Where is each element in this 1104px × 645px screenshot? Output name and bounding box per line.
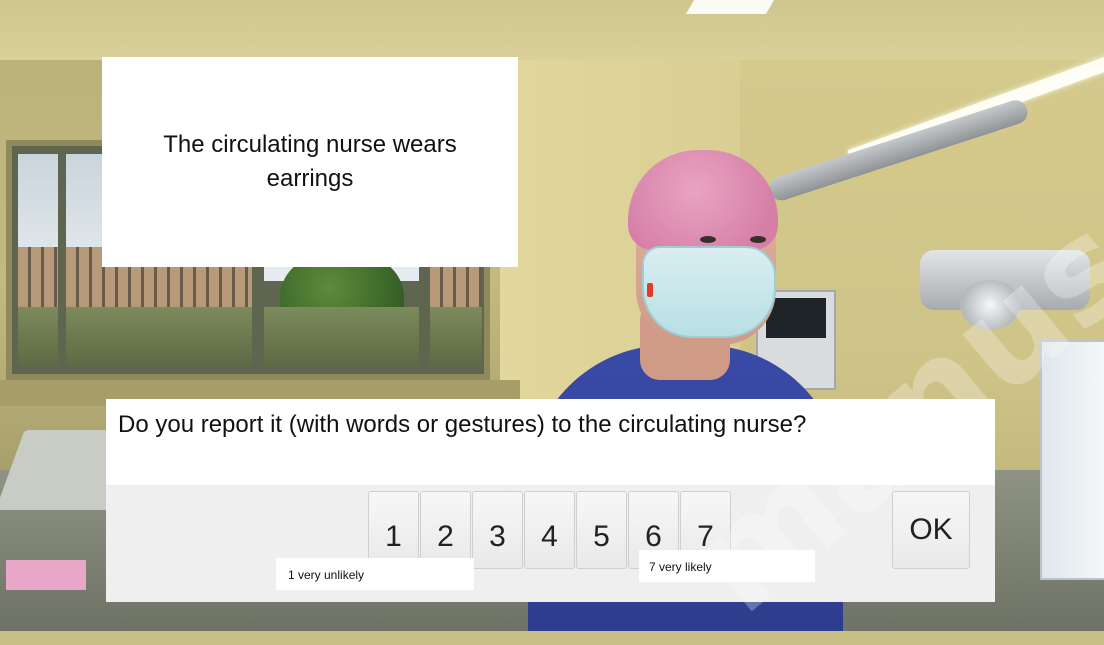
monitor-screen [766, 298, 826, 338]
question-panel: Do you report it (with words or gestures… [106, 399, 995, 602]
scale-low-label: 1 very unlikely [276, 558, 474, 590]
statement-text: The circulating nurse wears earrings [163, 131, 457, 192]
answer-bar: 1 2 3 4 5 6 7 OK 1 very unlikely 7 very … [106, 485, 995, 602]
question-text: Do you report it (with words or gestures… [118, 411, 807, 438]
nurse-eye [700, 236, 716, 243]
scale-option-5[interactable]: 5 [576, 491, 627, 569]
ceiling-light [685, 0, 775, 14]
window-pane [18, 154, 58, 366]
scale-option-3[interactable]: 3 [472, 491, 523, 569]
nurse-surgical-mask [642, 246, 776, 338]
equipment-cart [1040, 340, 1104, 580]
nurse-eye [750, 236, 766, 243]
earring-icon [647, 283, 653, 297]
ok-button[interactable]: OK [892, 491, 970, 569]
operating-table-pad [6, 560, 86, 590]
scale-high-label: 7 very likely [639, 550, 815, 582]
ceiling [0, 0, 1104, 60]
statement-card: The circulating nurse wears earrings [102, 57, 518, 267]
scale-option-4[interactable]: 4 [524, 491, 575, 569]
microscope-lens [960, 280, 1020, 330]
